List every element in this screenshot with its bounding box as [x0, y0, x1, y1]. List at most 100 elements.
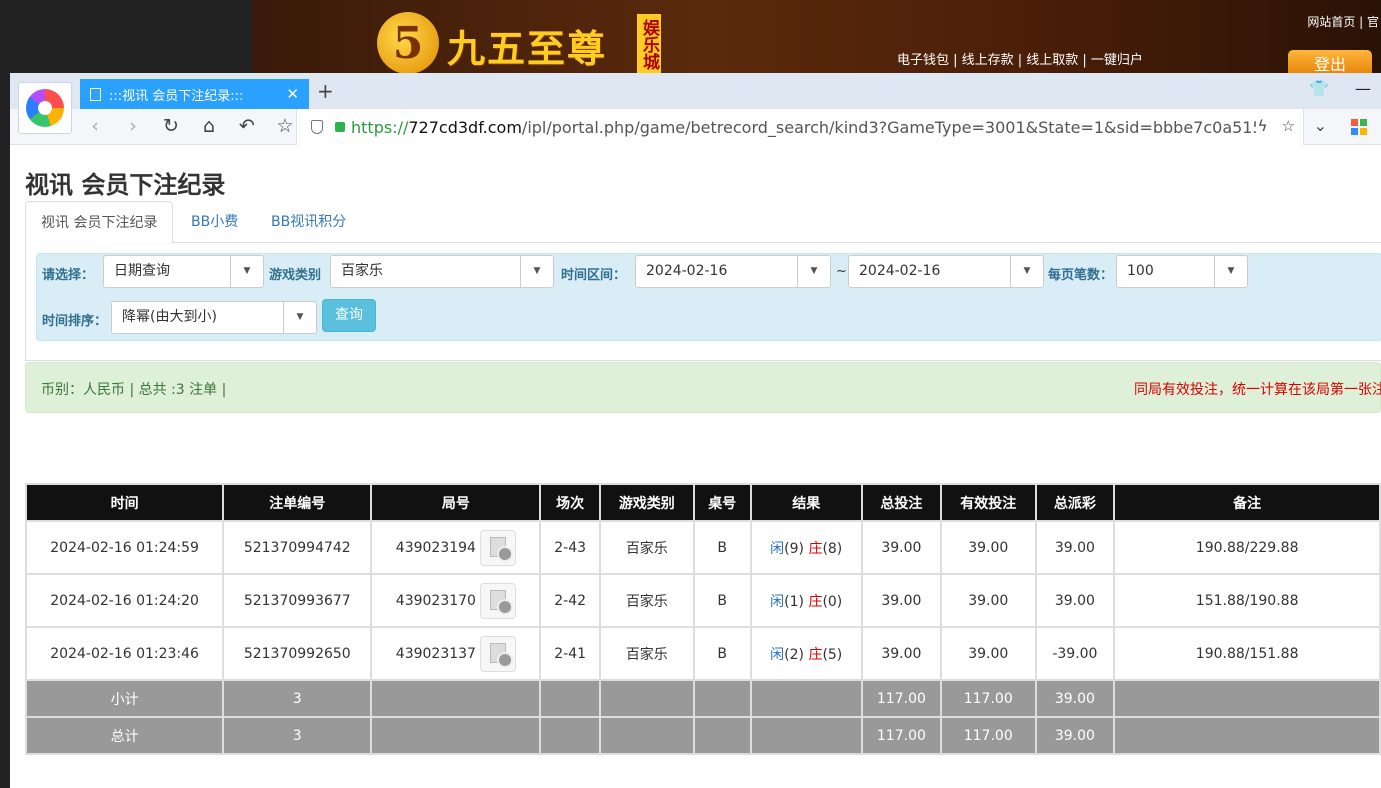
game-type-value: 百家乐 [341, 263, 383, 279]
column-header: 备注 [1113, 483, 1381, 522]
subtotal-total-bet: 117.00 [860, 679, 942, 718]
column-header: 时间 [24, 483, 225, 522]
page-title: 视讯 会员下注纪录 [25, 171, 226, 199]
game-type-select[interactable]: 百家乐 ▼ [330, 255, 554, 288]
cell-round: 439023170 [370, 573, 542, 628]
player-label: 闲 [770, 646, 785, 663]
video-replay-icon[interactable] [479, 529, 516, 566]
undo-icon[interactable]: ↶ [235, 115, 259, 137]
cell-total-bet-link[interactable]: 39.00 [860, 520, 942, 575]
cell-time: 2024-02-16 01:24:20 [24, 573, 225, 628]
cell-game: 百家乐 [598, 573, 695, 628]
cell-valid-bet: 39.00 [939, 573, 1037, 628]
date-from-select[interactable]: 2024-02-16 ▼ [635, 255, 831, 288]
date-to-select[interactable]: 2024-02-16 ▼ [848, 255, 1044, 288]
subtotal-count: 3 [222, 679, 373, 718]
cell-game: 百家乐 [598, 520, 695, 575]
player-label: 闲 [770, 540, 785, 557]
chevron-down-icon[interactable]: ⌄ [1314, 116, 1327, 135]
empty-cell [370, 679, 542, 718]
cell-table-no: B [692, 573, 752, 628]
cell-bet-id: 521370993677 [222, 573, 373, 628]
browser-tab-active[interactable]: :::视讯 会员下注纪录::: ✕ [80, 79, 309, 109]
video-replay-icon[interactable] [479, 582, 516, 619]
empty-cell [598, 679, 695, 718]
cell-note: 190.88/229.88 [1113, 520, 1381, 575]
empty-cell [598, 716, 695, 755]
page-content: 视讯 会员下注纪录 视讯 会员下注纪录 BB小费 BB视讯积分 请选择： 日期查… [10, 145, 1381, 788]
lock-icon[interactable] [335, 122, 345, 132]
bookmark-star-icon[interactable]: ☆ [273, 115, 297, 137]
toolbar-right: ⌄ [1314, 116, 1367, 135]
video-replay-icon[interactable] [479, 635, 516, 672]
column-header: 总投注 [860, 483, 942, 522]
player-score: (2) [784, 646, 804, 663]
tab-bb-points[interactable]: BB视讯积分 [256, 201, 361, 243]
cell-result: 闲(9) 庄(8) [749, 520, 863, 575]
per-page-value: 100 [1127, 263, 1154, 279]
sort-select[interactable]: 降幂(由大到小) ▼ [111, 301, 317, 334]
shield-icon[interactable] [311, 120, 323, 134]
apps-grid-icon[interactable] [1351, 119, 1367, 135]
player-score: (1) [784, 593, 804, 610]
cell-payout: 39.00 [1034, 520, 1116, 575]
empty-cell [749, 716, 863, 755]
banker-label: 庄 [808, 593, 823, 610]
subtotal-row: 小计 3 117.00 117.00 39.00 [24, 679, 1381, 718]
site-logo-text: 九五至尊 [447, 26, 608, 71]
site-main-nav[interactable]: 电子钱包 | 线上存款 | 线上取款 | 一键归户 [897, 49, 1143, 68]
cell-valid-bet: 39.00 [939, 626, 1037, 681]
column-header: 有效投注 [939, 483, 1037, 522]
home-icon[interactable]: ⌂ [197, 115, 221, 137]
cell-total-bet-link[interactable]: 39.00 [860, 573, 942, 628]
logout-button[interactable]: 登出 [1288, 50, 1372, 73]
query-type-value: 日期查询 [114, 263, 170, 279]
window-controls: 👕 — [1309, 79, 1371, 98]
table-header-row: 时间 注单编号 局号 场次 游戏类别 桌号 结果 总投注 有效投注 总派彩 备注 [24, 483, 1381, 522]
per-page-select[interactable]: 100 ▼ [1116, 255, 1248, 288]
cell-round: 439023194 [370, 520, 542, 575]
tab-bb-tips[interactable]: BB小费 [176, 201, 253, 243]
forward-icon[interactable]: › [121, 115, 145, 137]
game-type-label: 游戏类别 [269, 268, 322, 283]
tab-panel: 请选择： 日期查询 ▼ 游戏类别 百家乐 ▼ 时间区间： 2024-02-16 … [25, 243, 1381, 361]
empty-cell [370, 716, 542, 755]
column-header: 桌号 [692, 483, 752, 522]
cell-time: 2024-02-16 01:24:59 [24, 520, 225, 575]
round-id: 439023137 [395, 645, 476, 662]
subtotal-payout: 39.00 [1034, 679, 1116, 718]
empty-cell [692, 716, 752, 755]
browser-tab-title: :::视讯 会员下注纪录::: [109, 88, 244, 104]
site-top-nav[interactable]: 网站首页 | 官 [1307, 13, 1379, 30]
skin-icon[interactable]: 👕 [1309, 79, 1329, 98]
close-tab-icon[interactable]: ✕ [286, 85, 299, 103]
total-payout: 39.00 [1034, 716, 1116, 755]
cell-note: 190.88/151.88 [1113, 626, 1381, 681]
browser-tabstrip: :::视讯 会员下注纪录::: ✕ + 👕 — [10, 73, 1381, 109]
column-header: 游戏类别 [598, 483, 695, 522]
browser-logo[interactable] [18, 82, 72, 134]
tab-bet-records[interactable]: 视讯 会员下注纪录 [25, 201, 174, 244]
new-tab-button[interactable]: + [317, 79, 334, 103]
favorite-star-icon[interactable]: ☆ [1282, 117, 1295, 135]
banker-score: (5) [822, 646, 843, 663]
browser-logo-icon [26, 89, 64, 127]
banker-score: (0) [822, 593, 843, 610]
address-bar[interactable]: https://727cd3df.com/ipl/portal.php/game… [296, 109, 1304, 145]
empty-cell [1113, 679, 1381, 718]
chevron-down-icon: ▼ [1010, 256, 1043, 287]
query-button[interactable]: 查询 [322, 299, 376, 332]
cell-payout: -39.00 [1034, 626, 1116, 681]
total-count: 3 [222, 716, 373, 755]
banker-label: 庄 [808, 646, 823, 663]
player-label: 闲 [770, 593, 785, 610]
column-header: 结果 [749, 483, 863, 522]
cell-total-bet-link[interactable]: 39.00 [860, 626, 942, 681]
lightning-icon[interactable]: ϟ [1258, 117, 1268, 135]
query-type-select[interactable]: 日期查询 ▼ [103, 255, 264, 288]
minimize-icon[interactable]: — [1355, 79, 1371, 98]
notice-text: 同局有效投注，统一计算在该局第一张注 [1134, 382, 1381, 398]
url-text[interactable]: https://727cd3df.com/ipl/portal.php/game… [351, 118, 1256, 137]
reload-icon[interactable]: ↻ [159, 115, 183, 137]
back-icon[interactable]: ‹ [83, 115, 107, 137]
